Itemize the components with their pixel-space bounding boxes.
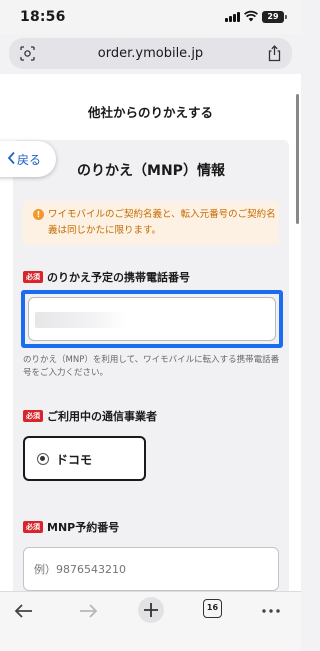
browser-toolbar: 16 bbox=[0, 591, 301, 651]
carrier-option-docomo[interactable]: ドコモ bbox=[23, 436, 146, 481]
share-icon[interactable] bbox=[267, 45, 282, 62]
web-page: 他社からのりかえする 戻る のりかえ（MNP）情報 ! ワイモバイルのご契約名義… bbox=[0, 74, 301, 591]
forward-arrow-icon[interactable] bbox=[76, 600, 100, 622]
radio-selected-icon bbox=[37, 453, 49, 465]
tabs-button[interactable]: 16 bbox=[203, 599, 222, 618]
status-time: 18:56 bbox=[20, 9, 66, 25]
carrier-option-label: ドコモ bbox=[56, 453, 93, 467]
phone-number-label-text: のりかえ予定の携帯電話番号 bbox=[47, 271, 190, 284]
mnp-number-input[interactable] bbox=[23, 547, 279, 591]
section-title: 他社からのりかえする bbox=[87, 105, 213, 120]
chevron-left-icon bbox=[7, 151, 15, 165]
warning-icon: ! bbox=[33, 209, 44, 220]
carrier-label-text: ご利用中の通信事業者 bbox=[47, 410, 157, 423]
phone-helper-text: のりかえ（MNP）を利用して、ワイモバイルに転入する携帯電話番号をご入力ください… bbox=[23, 355, 280, 378]
mnp-info-card: のりかえ（MNP）情報 ! ワイモバイルのご契約名義と、転入元番号のご契約名義は… bbox=[13, 140, 289, 591]
required-badge: 必須 bbox=[23, 410, 43, 422]
redacted-phone-value bbox=[35, 312, 125, 328]
phone-input-highlight bbox=[21, 290, 283, 348]
notice-box: ! ワイモバイルのご契約名義と、転入元番号のご契約名義は同じかたに限ります。 bbox=[23, 201, 279, 245]
phone-number-label: 必須 のりかえ予定の携帯電話番号 bbox=[23, 269, 190, 285]
back-label: 戻る bbox=[17, 153, 42, 167]
status-bar: 18:56 29 bbox=[0, 0, 301, 34]
address-bar[interactable]: order.ymobile.jp bbox=[9, 38, 292, 69]
back-button[interactable]: 戻る bbox=[0, 141, 56, 177]
mnp-number-label: 必須 MNP予約番号 bbox=[23, 519, 119, 535]
scroll-indicator[interactable] bbox=[296, 94, 299, 224]
back-arrow-icon[interactable] bbox=[12, 600, 36, 622]
phone-number-input[interactable] bbox=[28, 297, 276, 341]
wifi-icon bbox=[244, 10, 258, 22]
cellular-signal-icon bbox=[225, 12, 241, 22]
required-badge: 必須 bbox=[23, 271, 43, 283]
url-text: order.ymobile.jp bbox=[97, 46, 204, 61]
notice-text: ワイモバイルのご契約名義と、転入元番号のご契約名義は同じかたに限ります。 bbox=[48, 209, 276, 236]
required-badge: 必須 bbox=[23, 521, 43, 533]
carrier-label: 必須 ご利用中の通信事業者 bbox=[23, 408, 157, 424]
more-options-icon[interactable] bbox=[259, 600, 283, 622]
new-tab-icon[interactable] bbox=[137, 596, 165, 624]
battery-icon: 29 bbox=[262, 11, 287, 23]
mnp-number-label-text: MNP予約番号 bbox=[47, 521, 120, 534]
